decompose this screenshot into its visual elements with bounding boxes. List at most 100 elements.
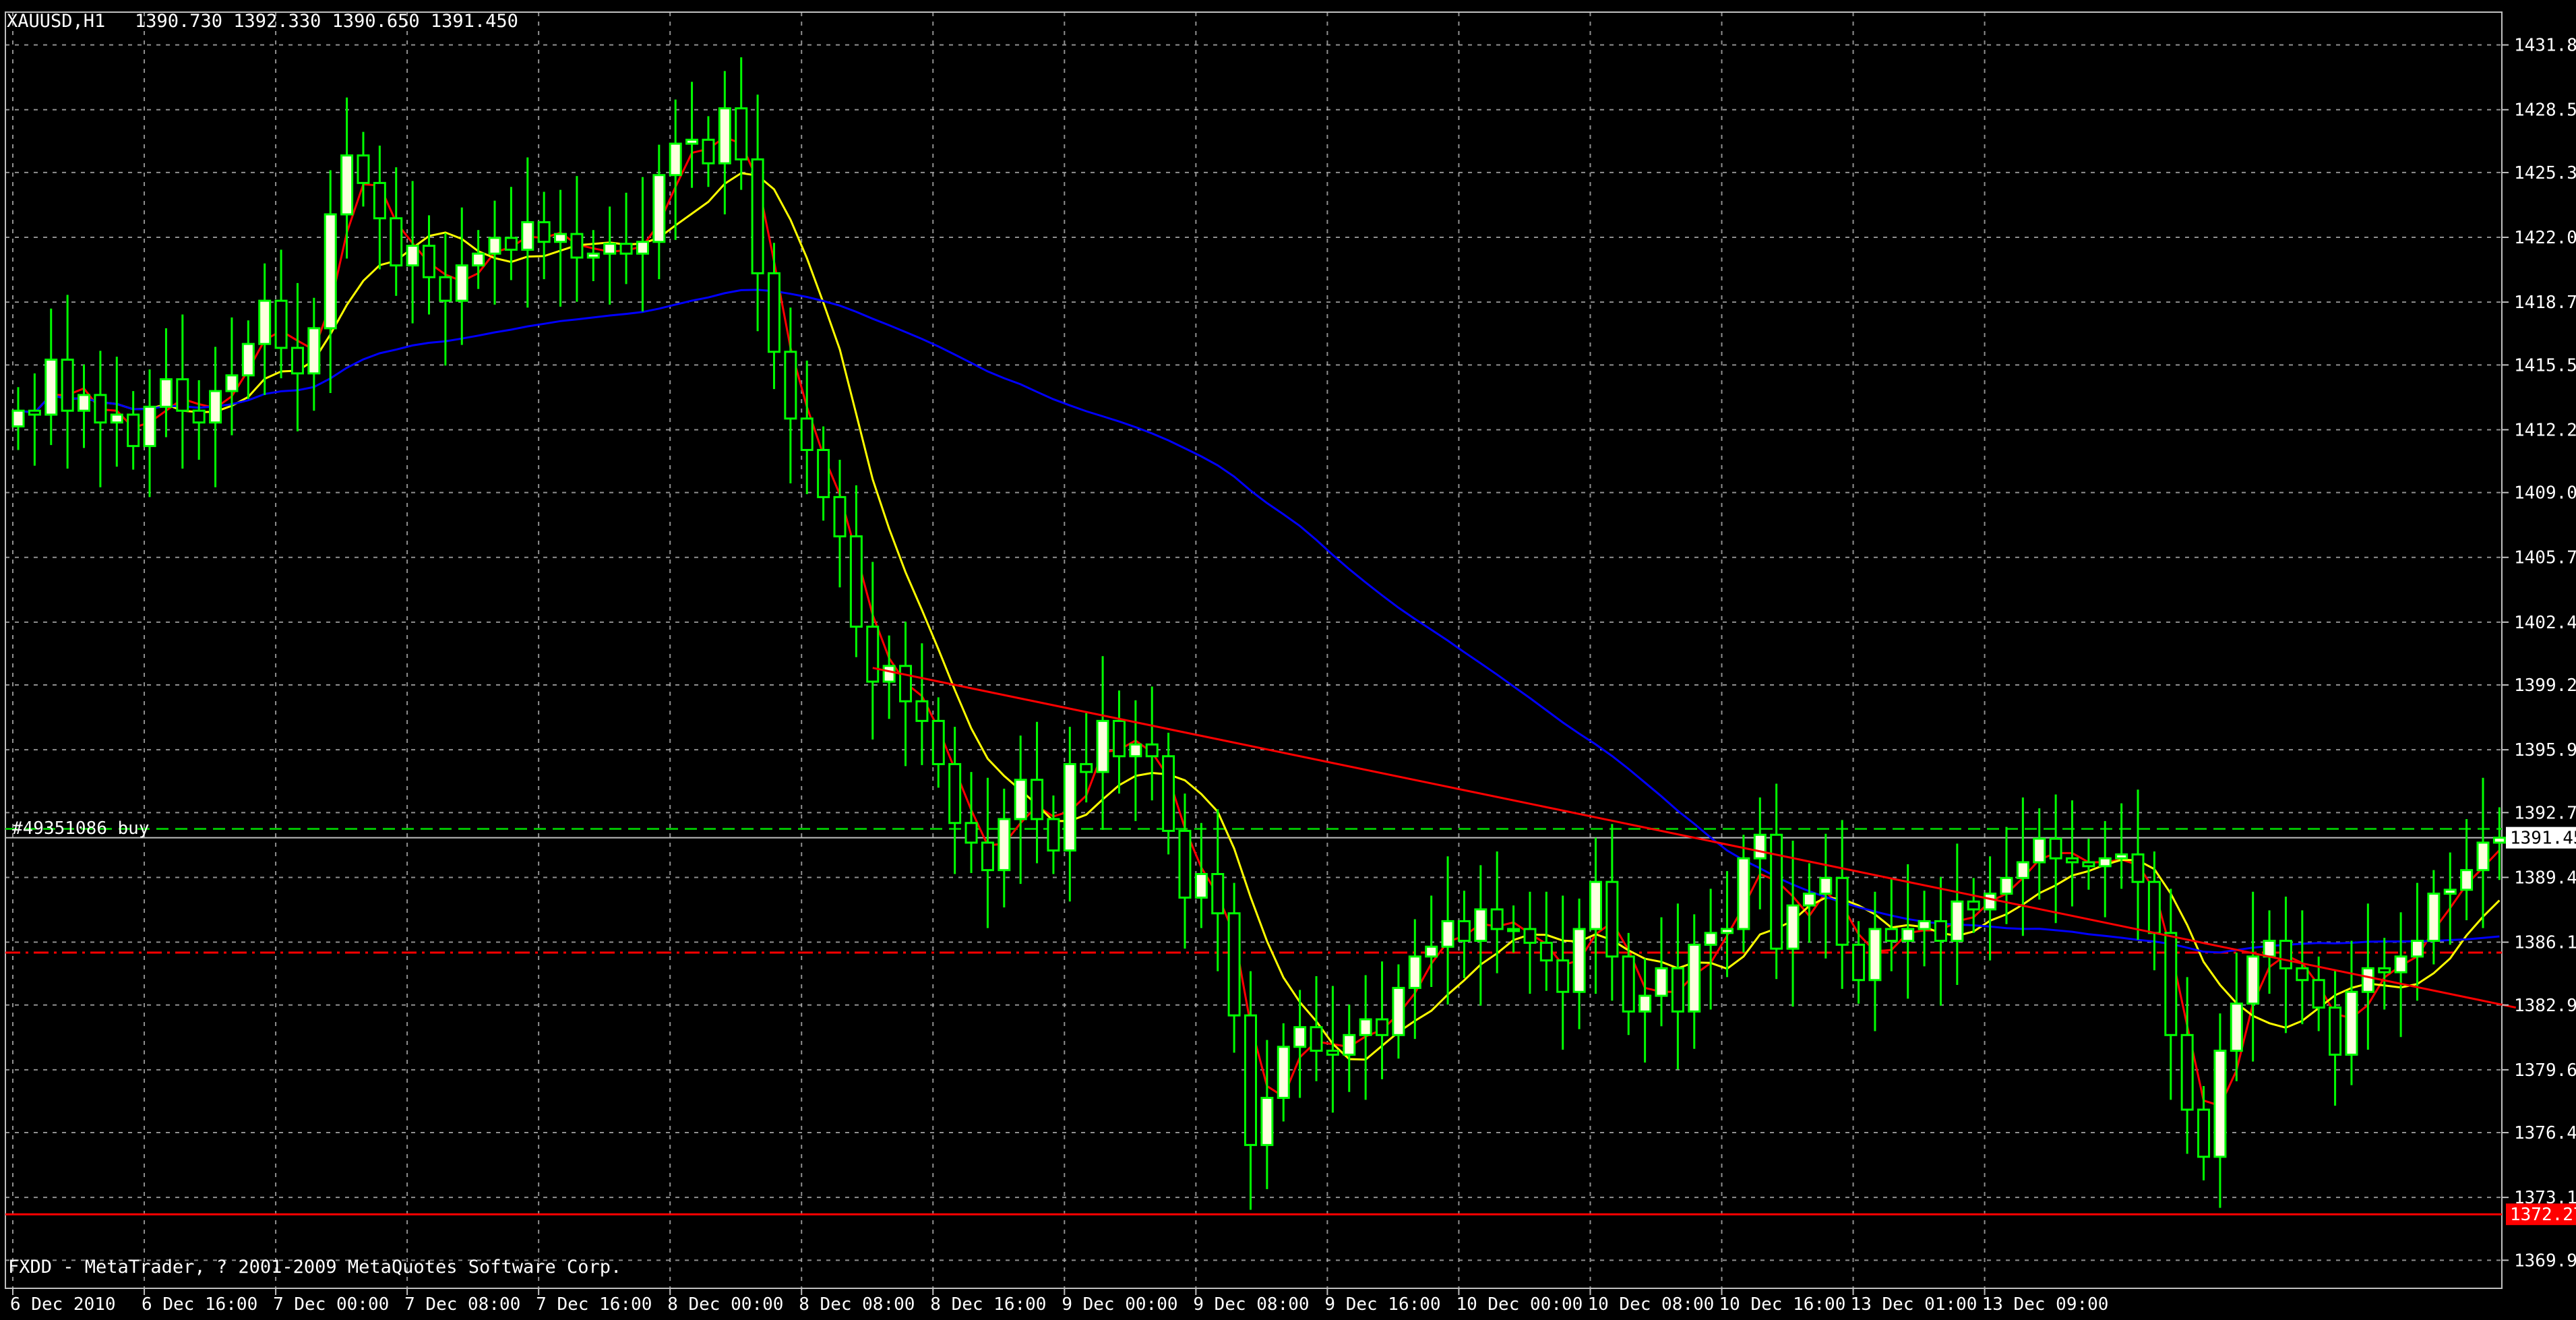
bear-candle-body: [439, 276, 452, 302]
bear-candle-body: [2329, 1007, 2342, 1056]
bull-candle-body: [2460, 869, 2474, 891]
bull-candle-body: [2033, 837, 2046, 864]
bull-candle-body: [1704, 932, 1717, 946]
level-price-marker-text: 1372.27: [2510, 1205, 2576, 1225]
bear-candle-body: [1934, 920, 1947, 942]
bear-candle-body: [1539, 941, 1553, 962]
bear-candle-body: [127, 413, 140, 448]
bear-candle-body: [1605, 880, 1619, 958]
bull-candle-body: [1819, 876, 1833, 895]
price-tick-label: 1382.93: [2514, 996, 2576, 1016]
ohlc-readout: 1390.730 1392.330 1390.650 1391.450: [135, 11, 518, 32]
bull-candle-body: [307, 327, 321, 375]
bull-candle-body: [685, 138, 699, 145]
price-tick-label: 1399.23: [2514, 676, 2576, 696]
bear-candle-body: [1490, 908, 1504, 930]
bull-candle-body: [2427, 893, 2441, 942]
bull-candle-body: [2230, 1002, 2243, 1052]
bear-candle-body: [2082, 861, 2095, 868]
bull-candle-body: [1721, 928, 1734, 934]
price-tick-label: 1425.33: [2514, 163, 2576, 183]
bear-candle-body: [357, 154, 370, 184]
time-tick-label: 9 Dec 08:00: [1193, 1294, 1309, 1315]
bear-candle-body: [1178, 829, 1192, 899]
bull-candle-body: [669, 142, 682, 177]
bear-candle-body: [619, 243, 633, 255]
bull-candle-body: [1786, 904, 1800, 950]
chart-window[interactable]: 1431.83 1428.53 1425.33 1422.03 1418.73 1415.…: [0, 0, 2576, 1317]
time-tick-label: 7 Dec 08:00: [404, 1294, 520, 1315]
bull-candle-body: [1474, 908, 1488, 942]
bear-candle-body: [735, 107, 748, 160]
bear-candle-body: [1244, 1014, 1257, 1146]
bear-candle-body: [2164, 932, 2178, 1036]
bull-candle-body: [455, 264, 468, 302]
price-tick-label: 1405.73: [2514, 548, 2576, 568]
time-tick-label: 7 Dec 00:00: [273, 1294, 389, 1315]
level-price-marker: 1372.27: [2506, 1203, 2576, 1226]
bull-candle-body: [1441, 920, 1454, 948]
bear-candle-body: [981, 841, 994, 872]
bull-candle-body: [1194, 873, 1208, 899]
bull-candle-body: [78, 394, 91, 412]
bear-candle-body: [2296, 967, 2309, 982]
time-tick-label: 9 Dec 16:00: [1324, 1294, 1440, 1315]
bear-candle-body: [2131, 853, 2145, 883]
price-tick-label: 1395.93: [2514, 740, 2576, 760]
bear-candle-body: [1310, 1026, 1323, 1052]
bear-candle-body: [1622, 955, 1635, 1013]
symbol-timeframe-label: XAUUSD,H1: [7, 11, 105, 32]
bull-candle-body: [1753, 833, 1767, 860]
bull-candle-body: [1063, 762, 1076, 852]
bull-candle-body: [1918, 920, 1931, 930]
bear-candle-body: [1457, 920, 1471, 942]
bull-candle-body: [2213, 1050, 2227, 1158]
bear-candle-body: [800, 417, 814, 451]
time-tick-label: 6 Dec 2010: [10, 1294, 116, 1315]
bear-candle-body: [964, 822, 978, 844]
bear-candle-body: [866, 626, 880, 683]
bear-candle-body: [2180, 1033, 2194, 1111]
time-tick-label: 10 Dec 16:00: [1719, 1294, 1846, 1315]
price-tick-label: 1379.63: [2514, 1060, 2576, 1081]
bull-candle-body: [1129, 743, 1142, 758]
bull-candle-body: [2016, 861, 2029, 879]
bear-candle-body: [2378, 967, 2391, 973]
bull-candle-body: [652, 174, 666, 243]
bear-candle-body: [192, 409, 206, 424]
bear-candle-body: [570, 233, 584, 259]
bull-candle-body: [324, 213, 337, 330]
bear-candle-body: [1145, 743, 1159, 758]
bull-candle-body: [603, 243, 617, 255]
bear-candle-body: [28, 409, 41, 416]
bear-candle-body: [1852, 943, 1866, 982]
time-tick-label: 8 Dec 16:00: [930, 1294, 1046, 1315]
bear-candle-body: [1326, 1050, 1339, 1056]
bull-candle-body: [1392, 986, 1405, 1036]
bull-candle-body: [1359, 1018, 1372, 1036]
bear-candle-body: [1967, 900, 1980, 911]
bear-candle-body: [751, 158, 764, 274]
bear-candle-body: [373, 181, 386, 220]
bull-candle-body: [554, 233, 568, 243]
time-tick-label: 8 Dec 08:00: [799, 1294, 915, 1315]
bull-candle-body: [488, 237, 501, 255]
bull-candle-body: [2000, 876, 2013, 895]
time-tick-label: 9 Dec 00:00: [1062, 1294, 1177, 1315]
bull-candle-body: [998, 818, 1011, 872]
bear-candle-body: [390, 217, 403, 267]
price-tick-label: 1376.43: [2514, 1123, 2576, 1143]
price-tick-label: 1392.73: [2514, 803, 2576, 823]
bear-candle-body: [94, 394, 107, 424]
bull-candle-body: [44, 358, 58, 416]
bull-candle-body: [472, 252, 485, 267]
bear-candle-body: [948, 762, 962, 824]
bear-candle-body: [817, 448, 830, 498]
bull-candle-body: [2476, 841, 2490, 872]
price-tick-label: 1418.73: [2514, 293, 2576, 313]
price-chart[interactable]: 1431.83 1428.53 1425.33 1422.03 1418.73 1415.…: [0, 0, 2576, 1317]
bull-candle-body: [1572, 928, 1586, 993]
bull-candle-body: [2443, 889, 2457, 895]
order-label[interactable]: #49351086 buy: [12, 818, 150, 839]
price-tick-label: 1402.43: [2514, 613, 2576, 633]
